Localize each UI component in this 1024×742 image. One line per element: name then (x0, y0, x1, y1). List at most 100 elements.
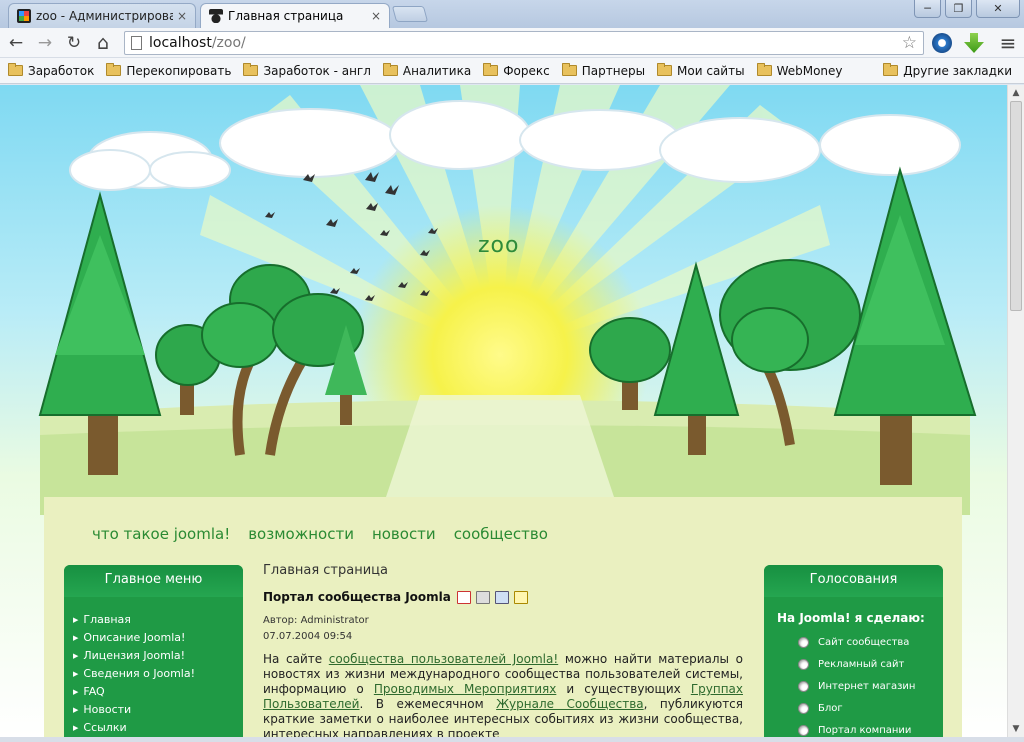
radio-button[interactable] (798, 636, 809, 648)
address-host: localhost (149, 35, 212, 51)
community-journal-link[interactable]: Журнале Сообщества (496, 697, 644, 711)
arrow-right-icon: ▶ (73, 706, 79, 714)
browser-titlebar: zoo - Администрирование × Главная страни… (0, 0, 1024, 28)
bookmark-folder[interactable]: Заработок - англ (243, 63, 371, 78)
back-icon[interactable]: ← (4, 32, 28, 54)
bookmarks-bar: Заработок Перекопировать Заработок - анг… (0, 58, 1024, 84)
print-icon[interactable] (475, 590, 490, 604)
menu-item-news[interactable]: ▶ Новости (73, 701, 243, 719)
poll-option[interactable]: Сайт сообщества (764, 631, 943, 653)
close-window-button[interactable]: ✕ (976, 0, 1020, 18)
folder-icon (756, 63, 772, 76)
bookmark-folder[interactable]: WebMoney (756, 63, 843, 78)
main-menu-list: ▶ Главная ▶ Описание Joomla! ▶ Лицензия Joo… (64, 597, 243, 737)
poll-option[interactable]: Портал компании (764, 719, 943, 737)
poll-option[interactable]: Интернет магазин (764, 675, 943, 697)
tab-title: zoo - Администрирование (36, 9, 173, 23)
radio-button[interactable] (798, 680, 809, 692)
bookmark-star-icon[interactable]: ☆ (902, 33, 917, 53)
article-date: 07.07.2004 09:54 (263, 631, 353, 642)
main-nav: что такое joomla! возможности новости со… (92, 525, 548, 543)
menu-item-info[interactable]: ▶ Сведения о Joomla! (73, 665, 243, 683)
poll-question: На Joomla! я сделаю: (777, 611, 925, 625)
download-icon[interactable] (964, 33, 984, 53)
minimize-button[interactable]: ─ (914, 0, 941, 18)
extension-icon[interactable] (932, 33, 952, 53)
arrow-right-icon: ▶ (73, 616, 79, 624)
nav-item-news[interactable]: новости (372, 525, 436, 543)
menu-item-home[interactable]: ▶ Главная (73, 611, 243, 629)
community-link[interactable]: сообщества пользователей Joomla! (329, 652, 558, 666)
edit-icon[interactable] (513, 590, 528, 604)
bookmark-folder[interactable]: Аналитика (382, 63, 471, 78)
poll-option[interactable]: Блог (764, 697, 943, 719)
clouds (69, 100, 961, 191)
tab-close-icon[interactable]: × (177, 9, 187, 23)
menu-item-about[interactable]: ▶ Описание Joomla! (73, 629, 243, 647)
maximize-button[interactable]: ❐ (945, 0, 972, 18)
article-heading: Портал сообщества Joomla (263, 590, 743, 604)
page-icon (131, 36, 142, 50)
bookmark-folder[interactable]: Заработок (8, 63, 95, 78)
main-content: Главная страница Портал сообщества Jooml… (263, 563, 743, 737)
reload-icon[interactable]: ↻ (62, 32, 86, 54)
radio-button[interactable] (798, 702, 809, 714)
bookmark-label: Другие закладки (903, 63, 1012, 78)
bookmark-folder[interactable]: Форекс (483, 63, 550, 78)
arrow-right-icon: ▶ (73, 670, 79, 678)
bookmark-label: Партнеры (581, 63, 646, 78)
poll-option[interactable]: Рекламный сайт (764, 653, 943, 675)
scrollbar-thumb[interactable] (1010, 101, 1022, 311)
menu-item-label: Ссылки (83, 721, 127, 734)
bookmark-label: Перекопировать (126, 63, 232, 78)
page-viewport: zoo что такое joomla! возможности новост… (0, 85, 1007, 737)
vertical-scrollbar[interactable]: ▲ ▼ (1007, 85, 1024, 737)
poll-option-label: Портал компании (818, 724, 912, 736)
forward-icon[interactable]: → (33, 32, 57, 54)
poll-option-label: Блог (818, 702, 843, 714)
poll-options: Сайт сообщества Рекламный сайт Интернет … (764, 625, 943, 737)
tab-title: Главная страница (228, 9, 344, 23)
nav-item-features[interactable]: возможности (248, 525, 354, 543)
article-text: На сайте сообщества пользователей Joomla… (263, 652, 743, 737)
bookmark-folder[interactable]: Партнеры (561, 63, 646, 78)
address-path: /zoo/ (211, 35, 246, 51)
menu-item-faq[interactable]: ▶ FAQ (73, 683, 243, 701)
menu-item-links[interactable]: ▶ Ссылки (73, 719, 243, 737)
folder-icon (382, 63, 398, 76)
tab-close-icon[interactable]: × (371, 9, 381, 23)
arrow-right-icon: ▶ (73, 688, 79, 696)
tab-admin[interactable]: zoo - Администрирование × (8, 3, 196, 28)
article-author: Автор: Administrator (263, 615, 369, 626)
joomla-favicon-icon (17, 9, 31, 23)
events-link[interactable]: Проводимых Мероприятиях (374, 682, 556, 696)
address-bar[interactable]: localhost/zoo/ ☆ (124, 31, 924, 55)
new-tab-button[interactable] (391, 6, 429, 22)
article-title[interactable]: Портал сообщества Joomla (263, 590, 451, 604)
menu-item-label: Новости (83, 703, 132, 716)
other-bookmarks[interactable]: Другие закладки (883, 63, 1012, 78)
scroll-down-icon[interactable]: ▼ (1010, 723, 1022, 735)
poll-option-label: Сайт сообщества (818, 636, 910, 648)
radio-button[interactable] (798, 724, 809, 736)
email-icon[interactable] (494, 590, 509, 604)
folder-icon (561, 63, 577, 76)
radio-button[interactable] (798, 658, 809, 670)
nav-item-community[interactable]: сообщество (454, 525, 548, 543)
folder-icon (483, 63, 499, 76)
menu-item-license[interactable]: ▶ Лицензия Joomla! (73, 647, 243, 665)
menu-item-label: Сведения о Joomla! (83, 667, 196, 680)
scroll-up-icon[interactable]: ▲ (1010, 87, 1022, 99)
bookmark-folder[interactable]: Перекопировать (106, 63, 232, 78)
nav-item-what-is-joomla[interactable]: что такое joomla! (92, 525, 230, 543)
bookmark-label: Заработок (28, 63, 95, 78)
text-fragment: На сайте (263, 652, 329, 666)
menu-item-label: Лицензия Joomla! (83, 649, 185, 662)
home-icon[interactable]: ⌂ (91, 32, 115, 54)
poll-module: Голосования На Joomla! я сделаю: Сайт со… (764, 565, 943, 737)
menu-icon[interactable]: ≡ (996, 31, 1020, 55)
tab-home[interactable]: Главная страница × (200, 3, 390, 28)
bookmark-label: Мои сайты (677, 63, 745, 78)
bookmark-folder[interactable]: Мои сайты (657, 63, 745, 78)
pdf-icon[interactable] (456, 590, 471, 604)
